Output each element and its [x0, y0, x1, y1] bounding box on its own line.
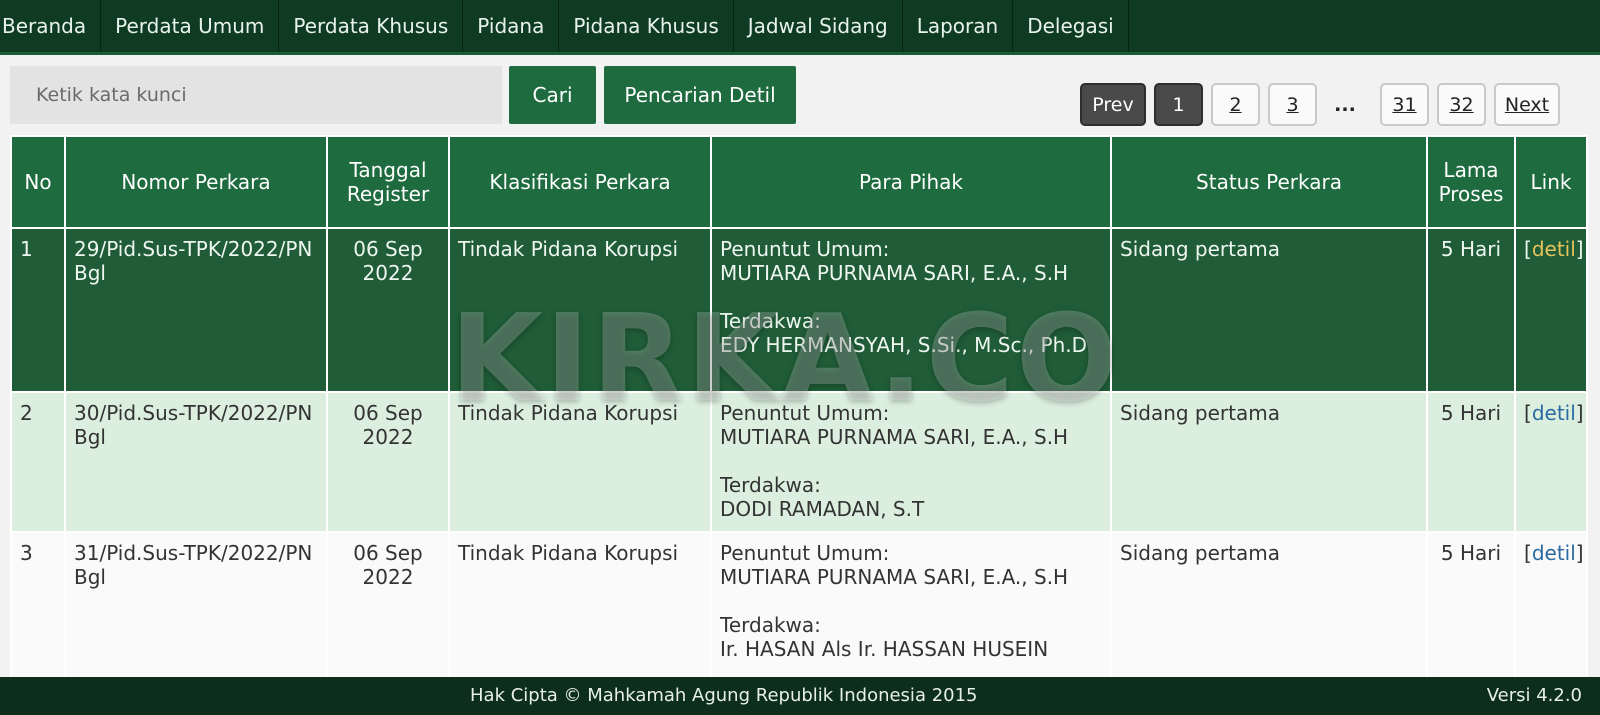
cell-status: Sidang pertama [1110, 227, 1428, 393]
nav-item-perdata-umum[interactable]: Perdata Umum [101, 0, 280, 52]
page-3-button[interactable]: 3 [1268, 83, 1317, 126]
cell-link: [detil] [1514, 531, 1588, 677]
top-navigation: Beranda Perdata Umum Perdata Khusus Pida… [0, 0, 1600, 55]
nav-item-pidana[interactable]: Pidana [463, 0, 560, 52]
cell-nomor-perkara: 29/Pid.Sus-TPK/2022/PN Bgl [64, 227, 328, 393]
link-bracket-close: ] [1575, 237, 1584, 261]
footer: Hak Cipta © Mahkamah Agung Republik Indo… [0, 677, 1600, 715]
header-link: Link [1514, 135, 1588, 229]
link-bracket-close: ] [1575, 401, 1584, 425]
footer-version: Versi 4.2.0 [1486, 685, 1582, 706]
link-bracket-open: [ [1524, 237, 1532, 261]
cell-para-pihak: Penuntut Umum: MUTIARA PURNAMA SARI, E.A… [710, 227, 1112, 393]
page-1-button[interactable]: 1 [1154, 83, 1203, 126]
cases-table: No Nomor Perkara Tanggal Register Klasif… [10, 135, 1588, 677]
nav-item-jadwal-sidang[interactable]: Jadwal Sidang [734, 0, 903, 52]
table-row[interactable]: 2 30/Pid.Sus-TPK/2022/PN Bgl 06 Sep 2022… [10, 391, 1588, 533]
cell-klasifikasi: Tindak Pidana Korupsi [448, 531, 712, 677]
terdakwa-label: Terdakwa: [720, 473, 821, 497]
cell-tanggal-register: 06 Sep 2022 [326, 227, 450, 393]
cell-klasifikasi: Tindak Pidana Korupsi [448, 227, 712, 393]
advanced-search-button[interactable]: Pencarian Detil [604, 66, 796, 124]
cell-lama-proses: 5 Hari [1426, 391, 1516, 533]
next-page-button[interactable]: Next [1494, 83, 1560, 126]
cell-no: 2 [10, 391, 66, 533]
terdakwa-name: EDY HERMANSYAH, S.Si., M.Sc., Ph.D [720, 333, 1088, 357]
detil-link[interactable]: detil [1532, 237, 1576, 261]
header-para-pihak: Para Pihak [710, 135, 1112, 229]
header-lama-proses: Lama Proses [1426, 135, 1516, 229]
nav-item-delegasi[interactable]: Delegasi [1013, 0, 1129, 52]
search-input[interactable] [10, 66, 502, 124]
link-bracket-open: [ [1524, 401, 1532, 425]
cell-nomor-perkara: 30/Pid.Sus-TPK/2022/PN Bgl [64, 391, 328, 533]
page-32-button[interactable]: 32 [1437, 83, 1486, 126]
header-status-perkara: Status Perkara [1110, 135, 1428, 229]
page-31-button[interactable]: 31 [1380, 83, 1429, 126]
penuntut-name: MUTIARA PURNAMA SARI, E.A., S.H [720, 261, 1069, 285]
nav-item-pidana-khusus[interactable]: Pidana Khusus [559, 0, 734, 52]
table-row[interactable]: 1 29/Pid.Sus-TPK/2022/PN Bgl 06 Sep 2022… [10, 227, 1588, 393]
link-bracket-close: ] [1575, 541, 1584, 565]
cell-nomor-perkara: 31/Pid.Sus-TPK/2022/PN Bgl [64, 531, 328, 677]
link-bracket-open: [ [1524, 541, 1532, 565]
header-tanggal-register: Tanggal Register [326, 135, 450, 229]
cell-link: [detil] [1514, 391, 1588, 533]
cell-tanggal-register: 06 Sep 2022 [326, 531, 450, 677]
header-no: No [10, 135, 66, 229]
terdakwa-name: Ir. HASAN Als Ir. HASSAN HUSEIN [720, 637, 1049, 661]
penuntut-label: Penuntut Umum: [720, 541, 890, 565]
search-button[interactable]: Cari [509, 66, 596, 124]
terdakwa-name: DODI RAMADAN, S.T [720, 497, 925, 521]
cell-no: 3 [10, 531, 66, 677]
detil-link[interactable]: detil [1532, 401, 1576, 425]
nav-item-beranda[interactable]: Beranda [0, 0, 102, 52]
nav-item-perdata-khusus[interactable]: Perdata Khusus [279, 0, 464, 52]
cell-para-pihak: Penuntut Umum: MUTIARA PURNAMA SARI, E.A… [710, 531, 1112, 677]
cell-status: Sidang pertama [1110, 531, 1428, 677]
table-row[interactable]: 3 31/Pid.Sus-TPK/2022/PN Bgl 06 Sep 2022… [10, 531, 1588, 677]
penuntut-name: MUTIARA PURNAMA SARI, E.A., S.H [720, 425, 1069, 449]
cell-link: [detil] [1514, 227, 1588, 393]
header-nomor-perkara: Nomor Perkara [64, 135, 328, 229]
pagination-ellipsis: ... [1334, 93, 1356, 116]
page-2-button[interactable]: 2 [1211, 83, 1260, 126]
main-content: Cari Pencarian Detil Prev 1 2 3 ... 31 3… [0, 55, 1600, 677]
terdakwa-label: Terdakwa: [720, 613, 821, 637]
cell-para-pihak: Penuntut Umum: MUTIARA PURNAMA SARI, E.A… [710, 391, 1112, 533]
cell-lama-proses: 5 Hari [1426, 531, 1516, 677]
prev-page-button[interactable]: Prev [1080, 83, 1146, 126]
terdakwa-label: Terdakwa: [720, 309, 821, 333]
header-klasifikasi-perkara: Klasifikasi Perkara [448, 135, 712, 229]
cell-tanggal-register: 06 Sep 2022 [326, 391, 450, 533]
penuntut-label: Penuntut Umum: [720, 237, 890, 261]
table-header-row: No Nomor Perkara Tanggal Register Klasif… [10, 135, 1588, 229]
penuntut-name: MUTIARA PURNAMA SARI, E.A., S.H [720, 565, 1069, 589]
detil-link[interactable]: detil [1532, 541, 1576, 565]
nav-item-laporan[interactable]: Laporan [903, 0, 1014, 52]
penuntut-label: Penuntut Umum: [720, 401, 890, 425]
cell-lama-proses: 5 Hari [1426, 227, 1516, 393]
cell-no: 1 [10, 227, 66, 393]
cell-klasifikasi: Tindak Pidana Korupsi [448, 391, 712, 533]
cell-status: Sidang pertama [1110, 391, 1428, 533]
footer-copyright: Hak Cipta © Mahkamah Agung Republik Indo… [470, 685, 978, 706]
